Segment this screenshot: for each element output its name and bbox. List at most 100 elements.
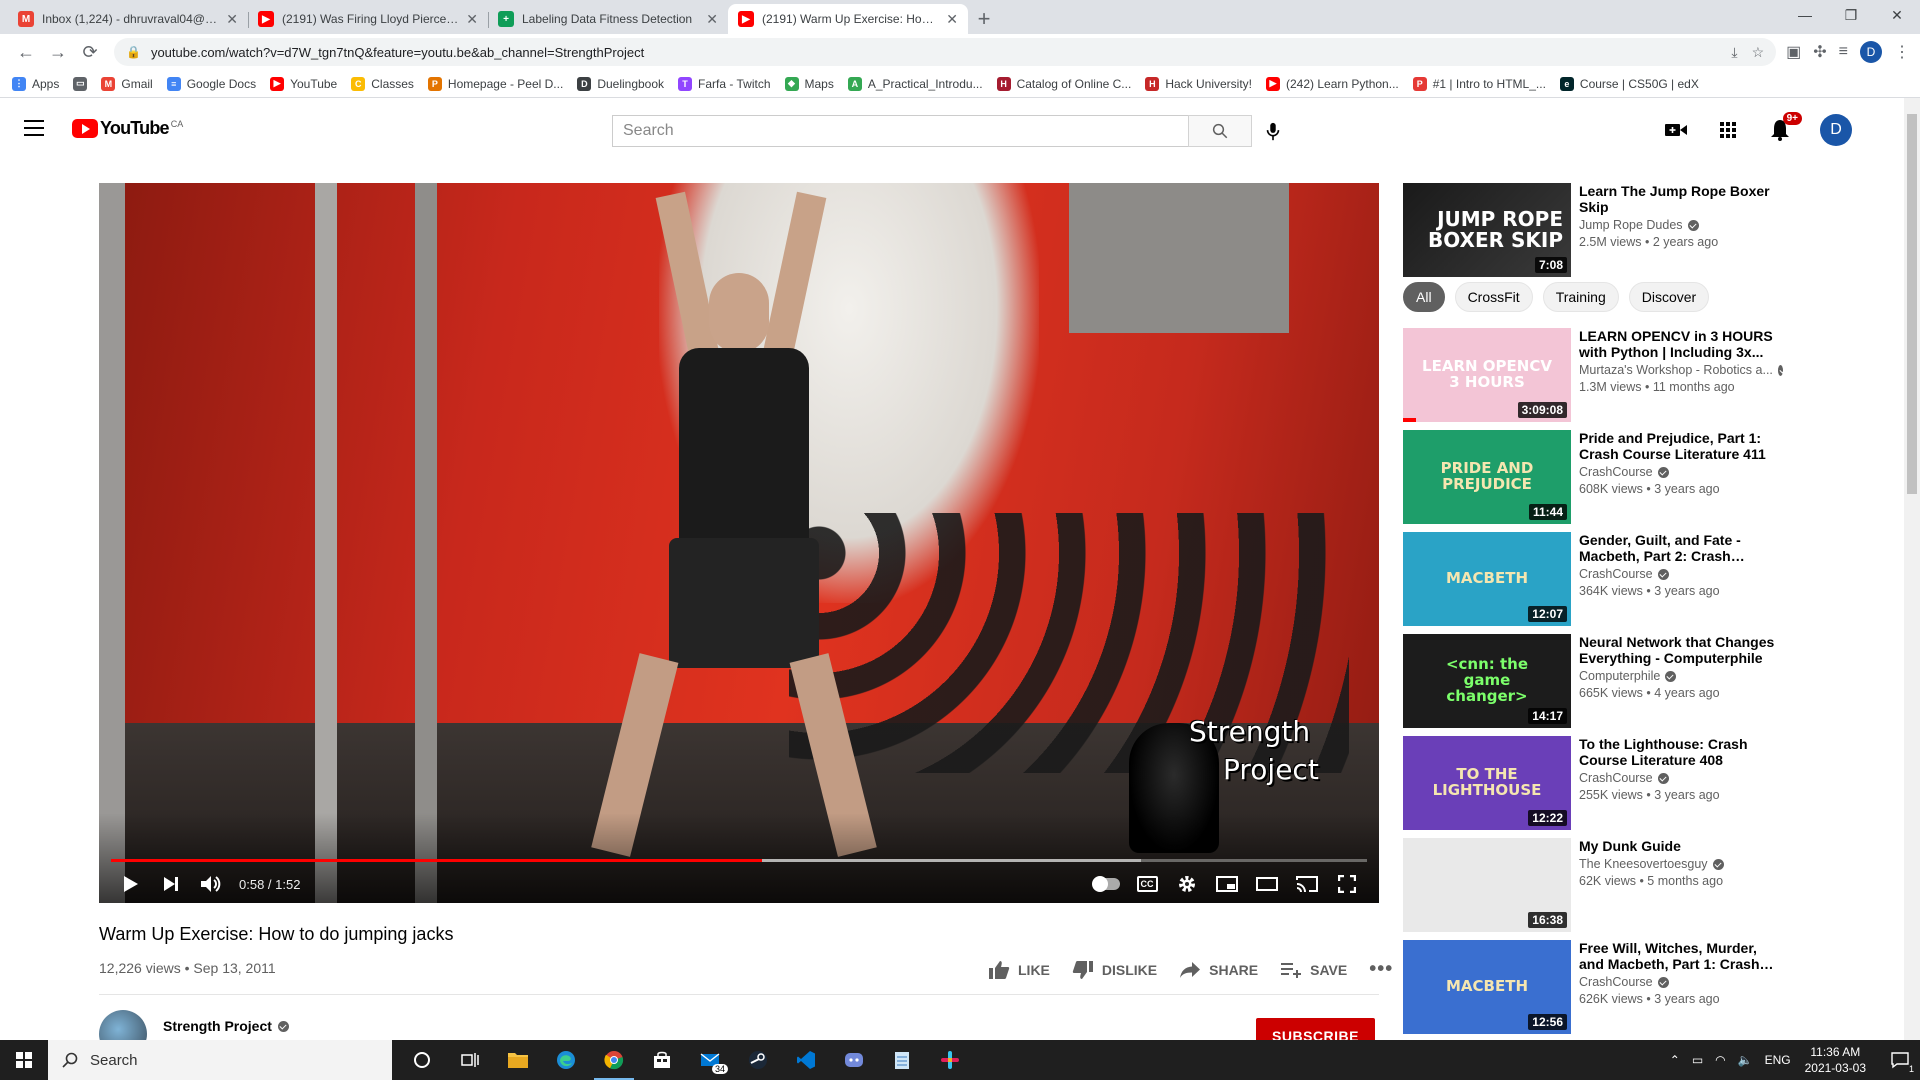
bookmark-item[interactable]: H Hack University!	[1145, 76, 1252, 91]
maximize-button[interactable]: ❐	[1828, 0, 1874, 30]
video-thumbnail[interactable]: TO THE LIGHTHOUSE 12:22	[1403, 736, 1571, 830]
file-explorer-icon[interactable]	[494, 1040, 542, 1080]
steam-icon[interactable]	[734, 1040, 782, 1080]
forward-button[interactable]: →	[42, 36, 74, 68]
browser-tab[interactable]: ▶ (2191) Warm Up Exercise: How to do ✕	[728, 4, 968, 34]
hamburger-menu-icon[interactable]	[24, 120, 44, 136]
store-icon[interactable]	[638, 1040, 686, 1080]
channel-name[interactable]: Murtaza's Workshop - Robotics a...	[1579, 363, 1773, 377]
bookmark-item[interactable]: P #1 | Intro to HTML_...	[1412, 76, 1546, 91]
filter-chip[interactable]: Discover	[1628, 282, 1710, 312]
filter-chip[interactable]: CrossFit	[1454, 282, 1533, 312]
volume-icon[interactable]: 🔈	[1738, 1053, 1753, 1067]
channel-name-link[interactable]: Strength Project	[163, 1018, 289, 1034]
clock[interactable]: 11:36 AM 2021-03-03	[1805, 1044, 1866, 1076]
like-button[interactable]: LIKE	[988, 960, 1050, 980]
account-avatar[interactable]: D	[1820, 114, 1852, 146]
battery-icon[interactable]: ▭	[1692, 1053, 1703, 1067]
bookmark-item[interactable]: ▶ (242) Learn Python...	[1266, 76, 1399, 91]
bookmark-item[interactable]: T Farfa - Twitch	[678, 76, 771, 91]
close-tab-icon[interactable]: ✕	[706, 11, 718, 28]
install-icon[interactable]: ⤓	[1731, 44, 1737, 61]
task-view-icon[interactable]	[446, 1040, 494, 1080]
filter-chip[interactable]: All	[1403, 282, 1445, 312]
bookmark-item[interactable]: M Gmail	[101, 76, 153, 91]
channel-name[interactable]: Computerphile	[1579, 669, 1660, 683]
video-title[interactable]: Pride and Prejudice, Part 1: Crash Cours…	[1579, 430, 1783, 462]
reload-button[interactable]: ⟳	[74, 36, 106, 68]
page-scrollbar[interactable]	[1904, 98, 1920, 1040]
recommended-video[interactable]: LEARN OPENCV 3 HOURS 3:09:08 LEARN OPENCV …	[1403, 328, 1783, 422]
video-thumbnail[interactable]: PRIDE AND PREJUDICE 11:44	[1403, 430, 1571, 524]
wifi-icon[interactable]: ◠	[1715, 1053, 1725, 1067]
channel-name[interactable]: CrashCourse	[1579, 567, 1653, 581]
channel-name[interactable]: The Kneesovertoesguy	[1579, 857, 1708, 871]
recommended-video[interactable]: MACBETH 12:07 Gender, Guilt, and Fate - Ma…	[1403, 532, 1783, 626]
recommended-video[interactable]: 16:38 My Dunk Guide The Kneesovertoesguy 62…	[1403, 838, 1783, 932]
video-title[interactable]: Learn The Jump Rope Boxer Skip	[1579, 183, 1783, 215]
create-video-icon[interactable]	[1664, 118, 1688, 142]
subtitles-button[interactable]: CC	[1127, 866, 1167, 902]
video-thumbnail[interactable]: JUMP ROPE BOXER SKIP 7:08	[1403, 183, 1571, 277]
bookmark-item[interactable]: ▭	[73, 76, 88, 91]
next-button[interactable]	[151, 866, 191, 902]
vscode-icon[interactable]	[782, 1040, 830, 1080]
search-input[interactable]	[612, 115, 1188, 147]
bookmark-item[interactable]: ⋮ Apps	[12, 76, 59, 91]
scrollbar-thumb[interactable]	[1907, 114, 1917, 494]
taskbar-search[interactable]: Search	[48, 1040, 392, 1080]
youtube-logo[interactable]: YouTube CA	[72, 118, 183, 139]
chrome-icon[interactable]	[590, 1040, 638, 1080]
discord-app-icon[interactable]	[830, 1040, 878, 1080]
video-title[interactable]: Gender, Guilt, and Fate - Macbeth, Part …	[1579, 532, 1783, 564]
extension-icon[interactable]: ▣	[1786, 42, 1801, 62]
channel-name[interactable]: CrashCourse	[1579, 975, 1653, 989]
fullscreen-button[interactable]	[1327, 866, 1367, 902]
bookmark-item[interactable]: ▶ YouTube	[270, 76, 337, 91]
browser-profile-avatar[interactable]: D	[1860, 41, 1882, 63]
slack-icon[interactable]	[926, 1040, 974, 1080]
theater-mode-button[interactable]	[1247, 866, 1287, 902]
close-tab-icon[interactable]: ✕	[226, 11, 238, 28]
recommended-video[interactable]: <cnn: the game changer> 14:17 Neural Netwo…	[1403, 634, 1783, 728]
browser-tab[interactable]: M Inbox (1,224) - dhruvraval04@gmail.com ✕	[8, 4, 248, 34]
browser-tab[interactable]: + Labeling Data Fitness Detection ✕	[488, 4, 728, 34]
search-button[interactable]	[1188, 115, 1252, 147]
filter-chip[interactable]: Training	[1542, 282, 1619, 312]
browser-menu-icon[interactable]: ⋮	[1894, 42, 1910, 62]
share-button[interactable]: SHARE	[1179, 961, 1258, 979]
chevron-up-icon[interactable]: ⌃	[1670, 1053, 1680, 1067]
notifications-bell-icon[interactable]: 9+	[1768, 112, 1802, 142]
browser-tab[interactable]: ▶ (2191) Was Firing Lloyd Pierce The ✕	[248, 4, 488, 34]
video-thumbnail[interactable]: MACBETH 12:07	[1403, 532, 1571, 626]
close-tab-icon[interactable]: ✕	[466, 11, 478, 28]
bookmark-item[interactable]: ◆ Maps	[784, 76, 834, 91]
bookmark-item[interactable]: A A_Practical_Introdu...	[847, 76, 983, 91]
new-tab-button[interactable]: +	[968, 4, 1000, 34]
apps-grid-icon[interactable]	[1716, 118, 1740, 142]
video-thumbnail[interactable]: 16:38	[1403, 838, 1571, 932]
bookmark-item[interactable]: C Classes	[351, 76, 414, 91]
bookmark-item[interactable]: D Duelingbook	[577, 76, 664, 91]
start-button[interactable]	[0, 1040, 48, 1080]
bookmark-star-icon[interactable]: ☆	[1752, 44, 1765, 61]
minimize-button[interactable]: —	[1782, 0, 1828, 30]
dislike-button[interactable]: DISLIKE	[1072, 960, 1157, 980]
recommended-video[interactable]: MACBETH 12:56 Free Will, Witches, Murder, …	[1403, 940, 1783, 1034]
action-center-button[interactable]: 1	[1880, 1040, 1920, 1080]
mute-button[interactable]	[191, 866, 231, 902]
bookmark-item[interactable]: ≡ Google Docs	[166, 76, 256, 91]
mail-icon[interactable]: 34	[686, 1040, 734, 1080]
miniplayer-button[interactable]	[1207, 866, 1247, 902]
channel-name[interactable]: CrashCourse	[1579, 465, 1653, 479]
close-window-button[interactable]: ✕	[1874, 0, 1920, 30]
bookmark-item[interactable]: P Homepage - Peel D...	[427, 76, 563, 91]
video-title[interactable]: To the Lighthouse: Crash Course Literatu…	[1579, 736, 1783, 768]
notepad-icon[interactable]	[878, 1040, 926, 1080]
settings-button[interactable]	[1167, 866, 1207, 902]
top-recommended-video[interactable]: JUMP ROPE BOXER SKIP 7:08 Learn The Jump…	[1403, 183, 1783, 277]
video-thumbnail[interactable]: <cnn: the game changer> 14:17	[1403, 634, 1571, 728]
close-tab-icon[interactable]: ✕	[946, 11, 958, 28]
video-player[interactable]: Strength Project 0:58 / 1:52 CC	[99, 183, 1379, 903]
media-control-icon[interactable]: ≡	[1839, 43, 1848, 61]
